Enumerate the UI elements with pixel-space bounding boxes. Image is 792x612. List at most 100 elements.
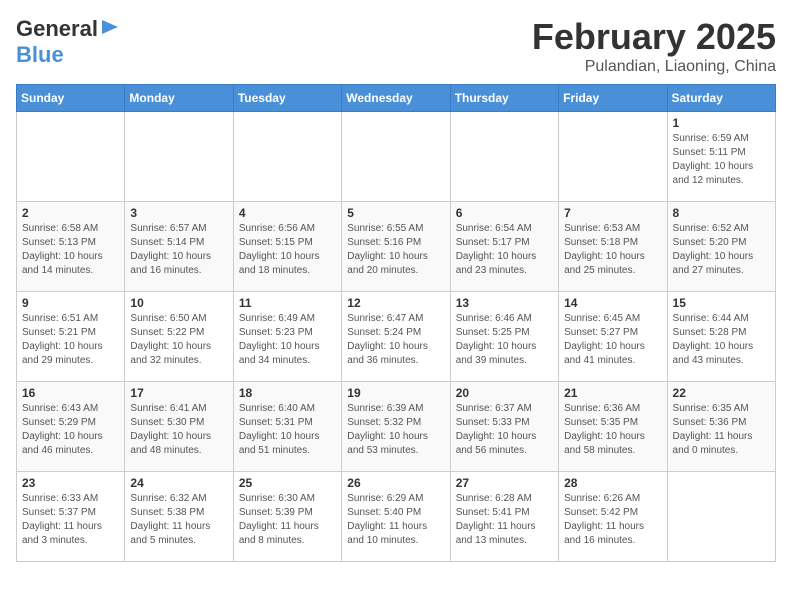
calendar-cell: 21 Sunrise: 6:36 AM Sunset: 5:35 PM Dayli…	[559, 382, 667, 472]
calendar-cell: 28 Sunrise: 6:26 AM Sunset: 5:42 PM Dayli…	[559, 472, 667, 562]
cell-info: Sunrise: 6:44 AM Sunset: 5:28 PM Dayligh…	[673, 312, 770, 368]
cell-date: 3	[130, 206, 227, 220]
calendar-cell	[342, 112, 450, 202]
calendar-week-row: 1 Sunrise: 6:59 AM Sunset: 5:11 PM Daylig…	[17, 112, 776, 202]
cell-date: 16	[22, 386, 119, 400]
calendar-cell: 10 Sunrise: 6:50 AM Sunset: 5:22 PM Dayli…	[125, 292, 233, 382]
cell-date: 15	[673, 296, 770, 310]
cell-date: 11	[239, 296, 336, 310]
cell-date: 2	[22, 206, 119, 220]
cell-date: 1	[673, 116, 770, 130]
cell-date: 9	[22, 296, 119, 310]
logo-blue: Blue	[16, 42, 64, 67]
page-header: General Blue February 2025 Pulandian, Li…	[16, 16, 776, 76]
cell-info: Sunrise: 6:52 AM Sunset: 5:20 PM Dayligh…	[673, 222, 770, 278]
calendar-cell: 27Sunrise: 6:28 AM Sunset: 5:41 PM Dayli…	[450, 472, 558, 562]
cell-info: Sunrise: 6:33 AM Sunset: 5:37 PM Dayligh…	[22, 492, 119, 548]
logo-arrow-icon	[100, 17, 120, 37]
cell-date: 8	[673, 206, 770, 220]
day-header-saturday: Saturday	[667, 85, 775, 112]
calendar-cell: 25Sunrise: 6:30 AM Sunset: 5:39 PM Dayli…	[233, 472, 341, 562]
cell-info: Sunrise: 6:51 AM Sunset: 5:21 PM Dayligh…	[22, 312, 119, 368]
calendar-cell: 7 Sunrise: 6:53 AM Sunset: 5:18 PM Daylig…	[559, 202, 667, 292]
cell-info: Sunrise: 6:37 AM Sunset: 5:33 PM Dayligh…	[456, 402, 553, 458]
calendar-cell	[17, 112, 125, 202]
cell-info: Sunrise: 6:59 AM Sunset: 5:11 PM Dayligh…	[673, 132, 770, 188]
calendar-header-row: SundayMondayTuesdayWednesdayThursdayFrid…	[17, 85, 776, 112]
calendar-cell: 23 Sunrise: 6:33 AM Sunset: 5:37 PM Dayli…	[17, 472, 125, 562]
day-header-thursday: Thursday	[450, 85, 558, 112]
day-header-friday: Friday	[559, 85, 667, 112]
cell-info: Sunrise: 6:35 AM Sunset: 5:36 PM Dayligh…	[673, 402, 770, 458]
cell-date: 21	[564, 386, 661, 400]
calendar-cell: 5 Sunrise: 6:55 AM Sunset: 5:16 PM Daylig…	[342, 202, 450, 292]
calendar-cell: 26 Sunrise: 6:29 AM Sunset: 5:40 PM Dayli…	[342, 472, 450, 562]
cell-info: Sunrise: 6:41 AM Sunset: 5:30 PM Dayligh…	[130, 402, 227, 458]
calendar-cell: 15 Sunrise: 6:44 AM Sunset: 5:28 PM Dayli…	[667, 292, 775, 382]
cell-date: 19	[347, 386, 444, 400]
calendar-cell: 18 Sunrise: 6:40 AM Sunset: 5:31 PM Dayli…	[233, 382, 341, 472]
calendar-cell: 4Sunrise: 6:56 AM Sunset: 5:15 PM Daylig…	[233, 202, 341, 292]
calendar-cell: 24 Sunrise: 6:32 AM Sunset: 5:38 PM Dayli…	[125, 472, 233, 562]
cell-info: Sunrise: 6:26 AM Sunset: 5:42 PM Dayligh…	[564, 492, 661, 548]
calendar-cell: 8 Sunrise: 6:52 AM Sunset: 5:20 PM Daylig…	[667, 202, 775, 292]
calendar-week-row: 16Sunrise: 6:43 AM Sunset: 5:29 PM Dayli…	[17, 382, 776, 472]
logo-general: General	[16, 16, 98, 42]
cell-date: 20	[456, 386, 553, 400]
calendar-cell	[667, 472, 775, 562]
calendar-cell: 22Sunrise: 6:35 AM Sunset: 5:36 PM Dayli…	[667, 382, 775, 472]
cell-info: Sunrise: 6:36 AM Sunset: 5:35 PM Dayligh…	[564, 402, 661, 458]
cell-info: Sunrise: 6:47 AM Sunset: 5:24 PM Dayligh…	[347, 312, 444, 368]
cell-date: 26	[347, 476, 444, 490]
calendar-cell	[125, 112, 233, 202]
cell-info: Sunrise: 6:40 AM Sunset: 5:31 PM Dayligh…	[239, 402, 336, 458]
day-header-monday: Monday	[125, 85, 233, 112]
calendar-week-row: 9 Sunrise: 6:51 AM Sunset: 5:21 PM Daylig…	[17, 292, 776, 382]
calendar-cell: 19 Sunrise: 6:39 AM Sunset: 5:32 PM Dayli…	[342, 382, 450, 472]
calendar-subtitle: Pulandian, Liaoning, China	[532, 58, 776, 76]
cell-date: 7	[564, 206, 661, 220]
cell-info: Sunrise: 6:57 AM Sunset: 5:14 PM Dayligh…	[130, 222, 227, 278]
calendar-cell	[559, 112, 667, 202]
calendar-cell: 20 Sunrise: 6:37 AM Sunset: 5:33 PM Dayli…	[450, 382, 558, 472]
cell-date: 5	[347, 206, 444, 220]
cell-info: Sunrise: 6:53 AM Sunset: 5:18 PM Dayligh…	[564, 222, 661, 278]
cell-info: Sunrise: 6:45 AM Sunset: 5:27 PM Dayligh…	[564, 312, 661, 368]
cell-date: 10	[130, 296, 227, 310]
calendar-cell: 13 Sunrise: 6:46 AM Sunset: 5:25 PM Dayli…	[450, 292, 558, 382]
cell-date: 28	[564, 476, 661, 490]
cell-date: 25	[239, 476, 336, 490]
calendar-cell: 14 Sunrise: 6:45 AM Sunset: 5:27 PM Dayli…	[559, 292, 667, 382]
calendar-cell	[450, 112, 558, 202]
cell-info: Sunrise: 6:46 AM Sunset: 5:25 PM Dayligh…	[456, 312, 553, 368]
cell-info: Sunrise: 6:49 AM Sunset: 5:23 PM Dayligh…	[239, 312, 336, 368]
cell-date: 4	[239, 206, 336, 220]
day-header-wednesday: Wednesday	[342, 85, 450, 112]
day-header-tuesday: Tuesday	[233, 85, 341, 112]
calendar-week-row: 2 Sunrise: 6:58 AM Sunset: 5:13 PM Daylig…	[17, 202, 776, 292]
cell-date: 13	[456, 296, 553, 310]
title-block: February 2025 Pulandian, Liaoning, China	[532, 16, 776, 76]
calendar-cell: 1 Sunrise: 6:59 AM Sunset: 5:11 PM Daylig…	[667, 112, 775, 202]
cell-date: 6	[456, 206, 553, 220]
cell-info: Sunrise: 6:32 AM Sunset: 5:38 PM Dayligh…	[130, 492, 227, 548]
calendar-cell: 17 Sunrise: 6:41 AM Sunset: 5:30 PM Dayli…	[125, 382, 233, 472]
cell-info: Sunrise: 6:50 AM Sunset: 5:22 PM Dayligh…	[130, 312, 227, 368]
calendar-title: February 2025	[532, 16, 776, 58]
cell-date: 14	[564, 296, 661, 310]
cell-info: Sunrise: 6:55 AM Sunset: 5:16 PM Dayligh…	[347, 222, 444, 278]
calendar-cell: 3 Sunrise: 6:57 AM Sunset: 5:14 PM Daylig…	[125, 202, 233, 292]
cell-date: 17	[130, 386, 227, 400]
day-header-sunday: Sunday	[17, 85, 125, 112]
cell-info: Sunrise: 6:39 AM Sunset: 5:32 PM Dayligh…	[347, 402, 444, 458]
cell-date: 23	[22, 476, 119, 490]
cell-date: 18	[239, 386, 336, 400]
calendar-cell	[233, 112, 341, 202]
calendar-week-row: 23 Sunrise: 6:33 AM Sunset: 5:37 PM Dayli…	[17, 472, 776, 562]
cell-date: 24	[130, 476, 227, 490]
calendar-cell: 2 Sunrise: 6:58 AM Sunset: 5:13 PM Daylig…	[17, 202, 125, 292]
cell-info: Sunrise: 6:54 AM Sunset: 5:17 PM Dayligh…	[456, 222, 553, 278]
calendar-table: SundayMondayTuesdayWednesdayThursdayFrid…	[16, 84, 776, 562]
cell-info: Sunrise: 6:29 AM Sunset: 5:40 PM Dayligh…	[347, 492, 444, 548]
cell-info: Sunrise: 6:58 AM Sunset: 5:13 PM Dayligh…	[22, 222, 119, 278]
